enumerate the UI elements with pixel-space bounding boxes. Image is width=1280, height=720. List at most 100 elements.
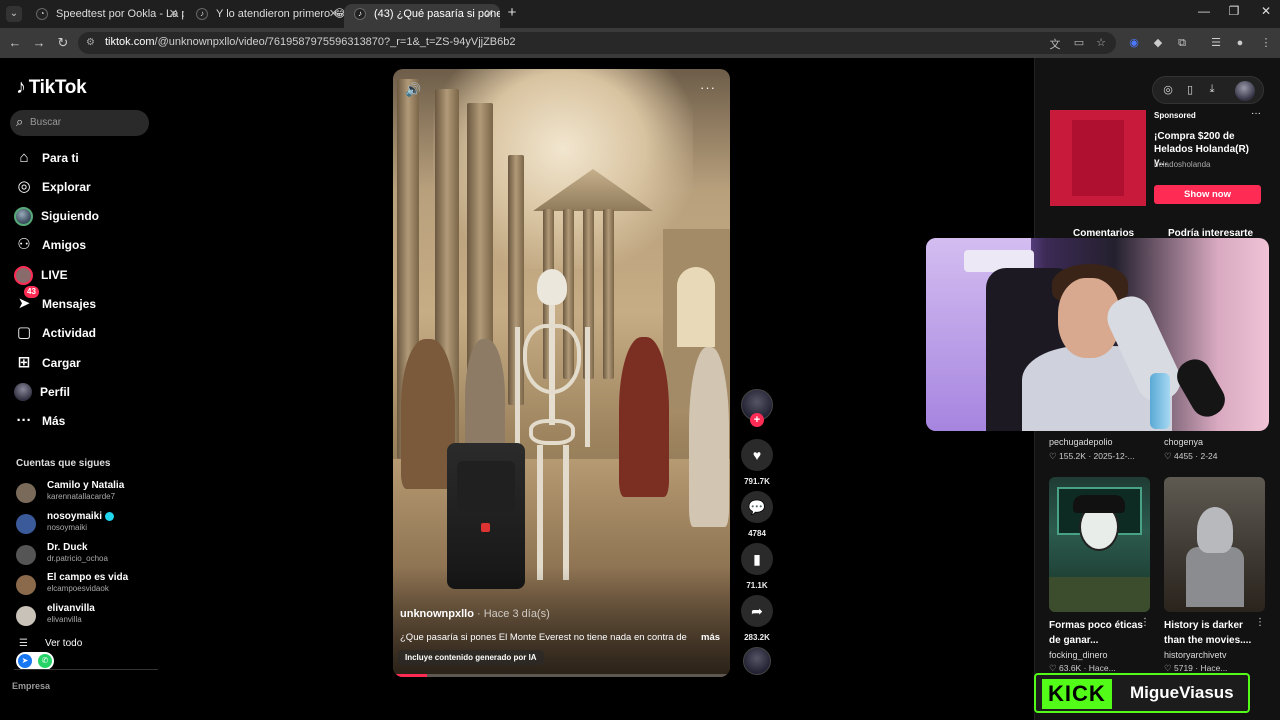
thumb-knight-helmet (1197, 507, 1233, 553)
rec-stats: ♡ 4455 · 2-24 (1164, 451, 1218, 461)
ad-more-icon[interactable]: ··· (1251, 108, 1261, 119)
rec-thumbnail[interactable] (1164, 477, 1265, 612)
video-author[interactable]: unknownpxllo · Hace 3 día(s) (400, 608, 550, 620)
ad-thumbnail[interactable] (1050, 110, 1146, 206)
nav-perfil[interactable]: Perfil (14, 381, 70, 403)
thumb-hat (1073, 495, 1125, 513)
rec-title[interactable]: History is darker than the movies.... (1164, 618, 1260, 648)
translate-icon[interactable]: 文 (1048, 36, 1062, 51)
video-player[interactable]: 🔊 ··· unknownpxllo · Hace 3 día(s) ¿Que … (393, 69, 730, 677)
nav-live[interactable]: LIVE (14, 264, 68, 286)
comment-button[interactable]: 💬 4784 (741, 491, 773, 538)
minimize-icon[interactable]: — (1194, 4, 1214, 18)
streamer-webcam-overlay (926, 238, 1269, 431)
tab-search-icon[interactable]: ⌄ (6, 6, 22, 22)
more-options-icon[interactable]: ··· (700, 80, 716, 95)
video-caption: ¿Que pasaría si pones El Monte Everest n… (400, 632, 687, 643)
like-button[interactable]: ♥ 791.7K (741, 439, 773, 486)
close-icon[interactable]: ✕ (329, 4, 338, 24)
share-apps-pill[interactable]: ➤ ✆ (16, 652, 54, 670)
nav-cargar[interactable]: ⊞ Cargar (14, 352, 81, 374)
rec-more-icon[interactable]: ⋮ (1140, 617, 1150, 628)
caption-more-button[interactable]: más (701, 632, 720, 643)
video-time: · Hace 3 día(s) (477, 608, 550, 620)
forward-icon[interactable]: → (30, 34, 48, 52)
reload-icon[interactable]: ↻ (54, 34, 72, 52)
company-link[interactable]: Empresa (12, 681, 50, 691)
reading-list-icon[interactable]: ☰ (1208, 35, 1224, 51)
account-handle: karennatallacarde7 (47, 492, 116, 501)
bookmark-icon: ▮ (741, 543, 773, 575)
nav-label: Perfil (40, 385, 71, 399)
video-person (689, 347, 729, 527)
extensions-puzzle-icon[interactable]: ⧉ (1174, 35, 1190, 51)
window-close-icon[interactable]: ✕ (1256, 4, 1276, 18)
search-input[interactable]: ⌕ Buscar (10, 110, 149, 136)
rec-title[interactable]: Formas poco éticas de ganar... (1049, 618, 1145, 648)
ad-cta-button[interactable]: Show now (1154, 185, 1261, 204)
speaker-logo (481, 523, 490, 532)
messages-badge: 43 (24, 286, 39, 298)
see-all-link[interactable]: ☰ Ver todo (19, 638, 82, 649)
new-tab-button[interactable]: + (504, 4, 520, 24)
heart-icon: ♡ (1049, 663, 1057, 673)
site-info-icon[interactable]: ⚙ (86, 37, 98, 49)
user-avatar[interactable] (1235, 81, 1255, 101)
account-name: elivanvilla (47, 603, 95, 614)
speedtest-icon: ◔ (36, 8, 48, 20)
nav-mensajes[interactable]: ➤ 43 Mensajes (14, 286, 96, 315)
rec-handle[interactable]: focking_dinero (1049, 650, 1108, 660)
video-progress-bar[interactable] (393, 674, 730, 677)
compass-icon[interactable]: ◎ (1161, 83, 1175, 96)
rec-thumbnail[interactable] (1049, 477, 1150, 612)
rec-handle[interactable]: chogenya (1164, 437, 1203, 447)
skeleton-arm (515, 327, 520, 447)
nav-explorar[interactable]: ◎ Explorar (14, 176, 90, 198)
restore-icon[interactable]: ❐ (1224, 4, 1244, 18)
phone-icon[interactable]: ▯ (1183, 83, 1197, 96)
sound-disc-button[interactable] (741, 647, 773, 675)
follow-plus-icon[interactable]: + (750, 413, 764, 427)
more-icon: ··· (16, 412, 32, 429)
nav-siguiendo[interactable]: Siguiendo (14, 205, 99, 227)
nav-label: Cargar (42, 356, 81, 370)
tab-title: (43) ¿Qué pasaría si pones el M (374, 8, 500, 20)
bookmark-star-icon[interactable]: ☆ (1094, 36, 1108, 50)
profile-avatar-icon[interactable]: ● (1232, 35, 1248, 51)
nav-label: Siguiendo (41, 209, 99, 223)
share-button[interactable]: ➦ 283.2K (741, 595, 773, 642)
nav-amigos[interactable]: ⚇ Amigos (14, 234, 86, 256)
nav-mas[interactable]: ··· Más (14, 410, 66, 432)
download-icon[interactable]: ⤓ (1205, 83, 1219, 96)
browser-tab-tiktok-1[interactable]: ♪ Y lo atendieron primero 😂😂😂 ✕ (186, 4, 344, 28)
rec-handle[interactable]: pechugadepolio (1049, 437, 1113, 447)
creator-avatar-button[interactable]: + (741, 389, 773, 427)
nav-actividad[interactable]: ▢ Actividad (14, 322, 96, 344)
messenger-icon: ➤ (18, 654, 32, 668)
browser-tab-tiktok-active[interactable]: ♪ (43) ¿Qué pasaría si pones el M ✕ (344, 4, 500, 28)
nav-label: LIVE (41, 268, 68, 282)
close-icon[interactable]: ✕ (169, 4, 178, 24)
tiktok-logo[interactable]: ♪ TikTok (16, 76, 87, 99)
extension-icon[interactable]: ◆ (1150, 35, 1166, 51)
webcam-microphone (1171, 353, 1231, 423)
skeleton-ribs (523, 324, 581, 394)
browser-tab-speedtest[interactable]: ◔ Speedtest por Ookla - La prueba ✕ (26, 4, 184, 28)
rec-handle[interactable]: historyarchivetv (1164, 650, 1227, 660)
close-icon[interactable]: ✕ (485, 4, 494, 24)
save-button[interactable]: ▮ 71.1K (741, 543, 773, 590)
url-bar[interactable]: ⚙ tiktok.com/@unknownpxllo/video/7619587… (78, 32, 1116, 54)
video-progress-fill (393, 674, 427, 677)
cast-icon[interactable]: ▭ (1072, 36, 1086, 50)
save-count: 71.1K (746, 581, 768, 590)
chrome-menu-icon[interactable]: ⋮ (1258, 35, 1274, 51)
live-icon (14, 265, 33, 285)
heart-icon: ♡ (1049, 451, 1057, 461)
volume-icon[interactable]: 🔊 (405, 82, 421, 98)
back-icon[interactable]: ← (6, 34, 24, 52)
thumb-desk (1049, 577, 1150, 612)
extension-icon[interactable]: ◉ (1126, 35, 1142, 51)
avatar (16, 514, 36, 534)
rec-more-icon[interactable]: ⋮ (1255, 617, 1265, 628)
nav-para-ti[interactable]: ⌂ Para ti (14, 147, 78, 169)
